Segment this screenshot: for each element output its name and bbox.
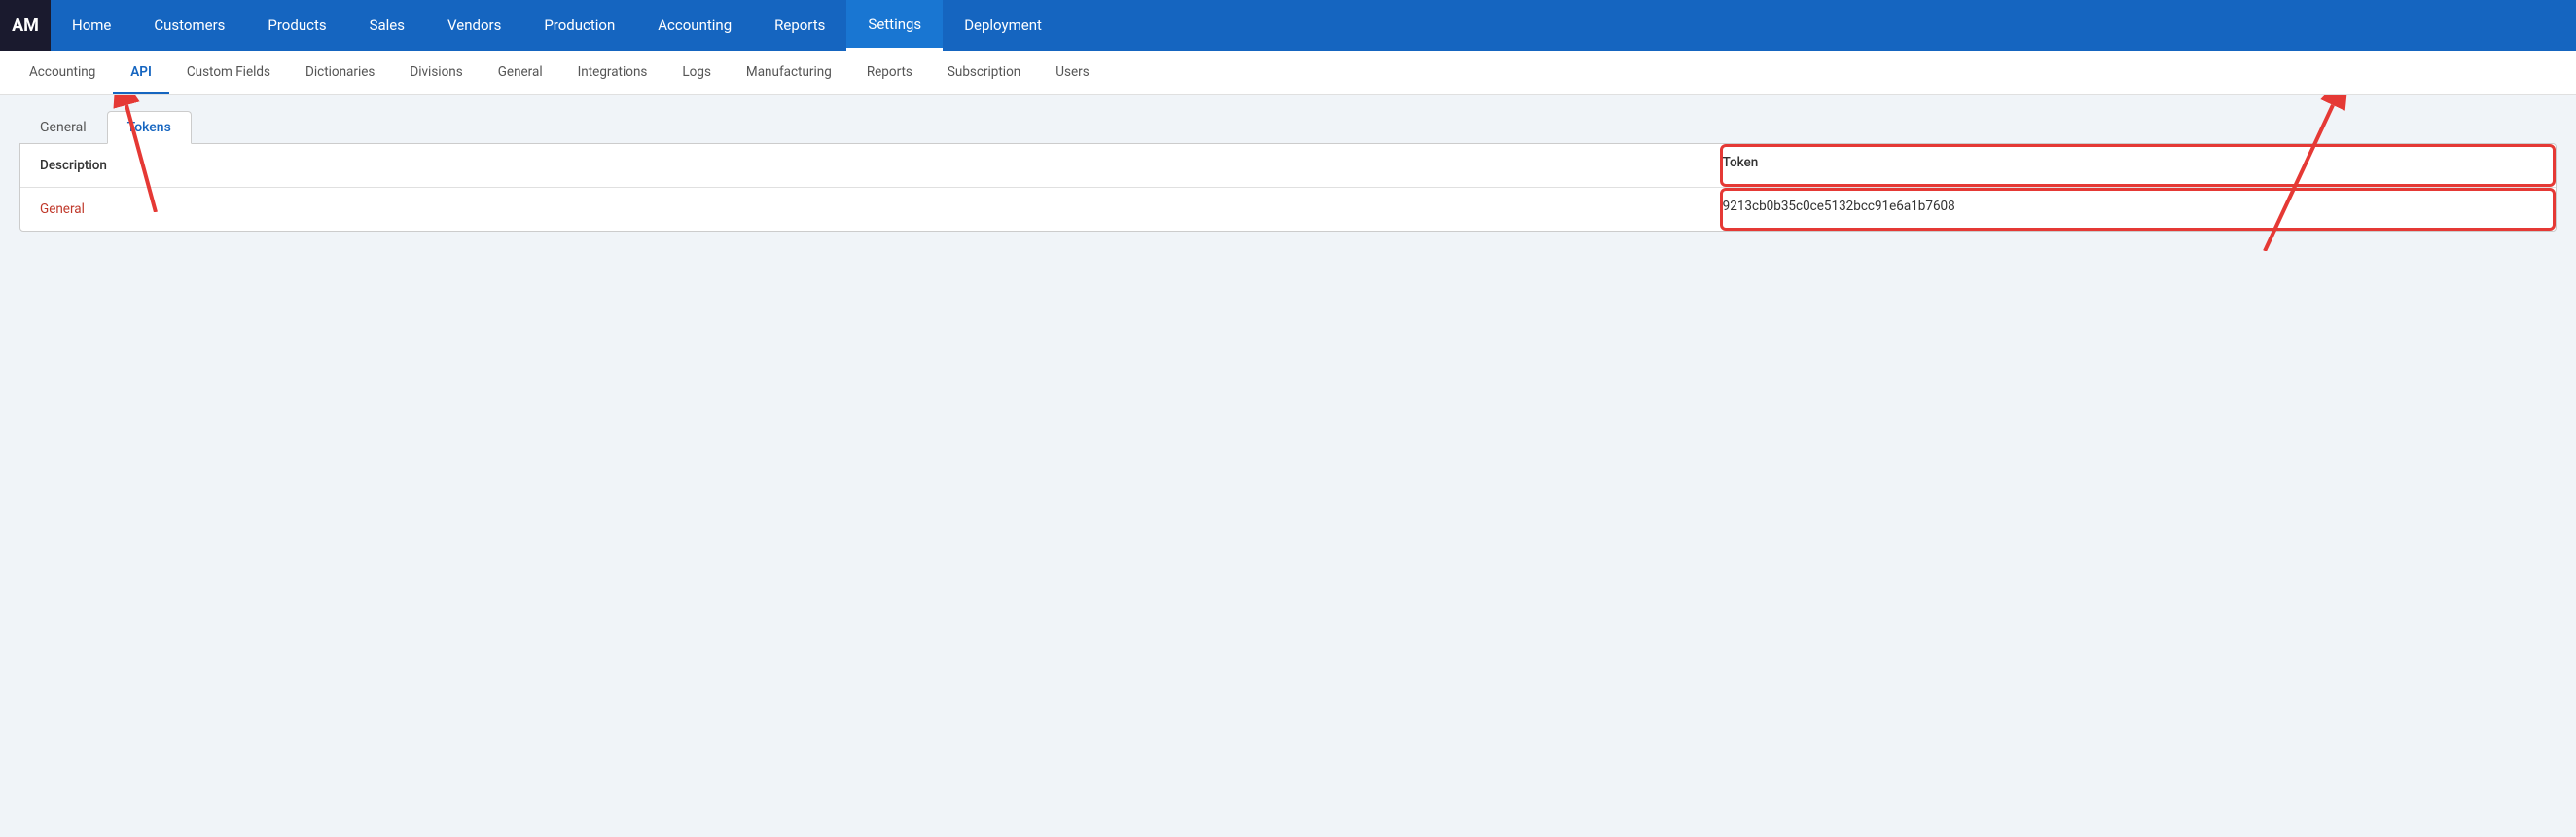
column-token: Token: [1720, 144, 2556, 187]
sub-nav-item-dictionaries[interactable]: Dictionaries: [288, 51, 392, 94]
sub-nav-item-integrations[interactable]: Integrations: [560, 51, 665, 94]
top-nav-item-settings[interactable]: Settings: [846, 0, 943, 51]
cell-token: 9213cb0b35c0ce5132bcc91e6a1b7608: [1720, 188, 2556, 231]
app-logo[interactable]: AM: [0, 0, 51, 51]
top-nav-item-customers[interactable]: Customers: [132, 0, 246, 51]
tabs-row: GeneralTokens: [19, 111, 2557, 143]
top-nav-item-production[interactable]: Production: [522, 0, 636, 51]
tab-general[interactable]: General: [19, 111, 107, 143]
sub-nav-item-logs[interactable]: Logs: [664, 51, 729, 94]
sub-nav-item-accounting[interactable]: Accounting: [12, 51, 113, 94]
top-nav-item-accounting[interactable]: Accounting: [636, 0, 753, 51]
sub-nav-item-general[interactable]: General: [481, 51, 560, 94]
top-nav-item-vendors[interactable]: Vendors: [426, 0, 522, 51]
top-nav-item-products[interactable]: Products: [246, 0, 347, 51]
table-header: Description Token: [20, 144, 2556, 188]
top-nav-item-sales[interactable]: Sales: [348, 0, 426, 51]
top-nav-item-reports[interactable]: Reports: [753, 0, 846, 51]
cell-description: General: [20, 188, 1720, 231]
sub-nav-item-custom-fields[interactable]: Custom Fields: [169, 51, 288, 94]
sub-nav-item-divisions[interactable]: Divisions: [392, 51, 480, 94]
sub-nav-item-reports[interactable]: Reports: [849, 51, 930, 94]
table-row: General 9213cb0b35c0ce5132bcc91e6a1b7608: [20, 188, 2556, 231]
top-nav-items: HomeCustomersProductsSalesVendorsProduct…: [51, 0, 1063, 51]
sub-nav-item-subscription[interactable]: Subscription: [930, 51, 1038, 94]
top-navigation: AM HomeCustomersProductsSalesVendorsProd…: [0, 0, 2576, 51]
top-nav-item-deployment[interactable]: Deployment: [943, 0, 1063, 51]
column-description: Description: [20, 144, 1720, 187]
sub-nav-item-manufacturing[interactable]: Manufacturing: [729, 51, 849, 94]
sub-navigation: AccountingAPICustom FieldsDictionariesDi…: [0, 51, 2576, 95]
top-nav-item-home[interactable]: Home: [51, 0, 132, 51]
tab-tokens[interactable]: Tokens: [107, 111, 192, 144]
sub-nav-item-users[interactable]: Users: [1038, 51, 1106, 94]
page-content: GeneralTokens Description Token General …: [0, 95, 2576, 837]
tokens-table-container: Description Token General 9213cb0b35c0ce…: [19, 143, 2557, 232]
sub-nav-item-api[interactable]: API: [113, 51, 169, 94]
